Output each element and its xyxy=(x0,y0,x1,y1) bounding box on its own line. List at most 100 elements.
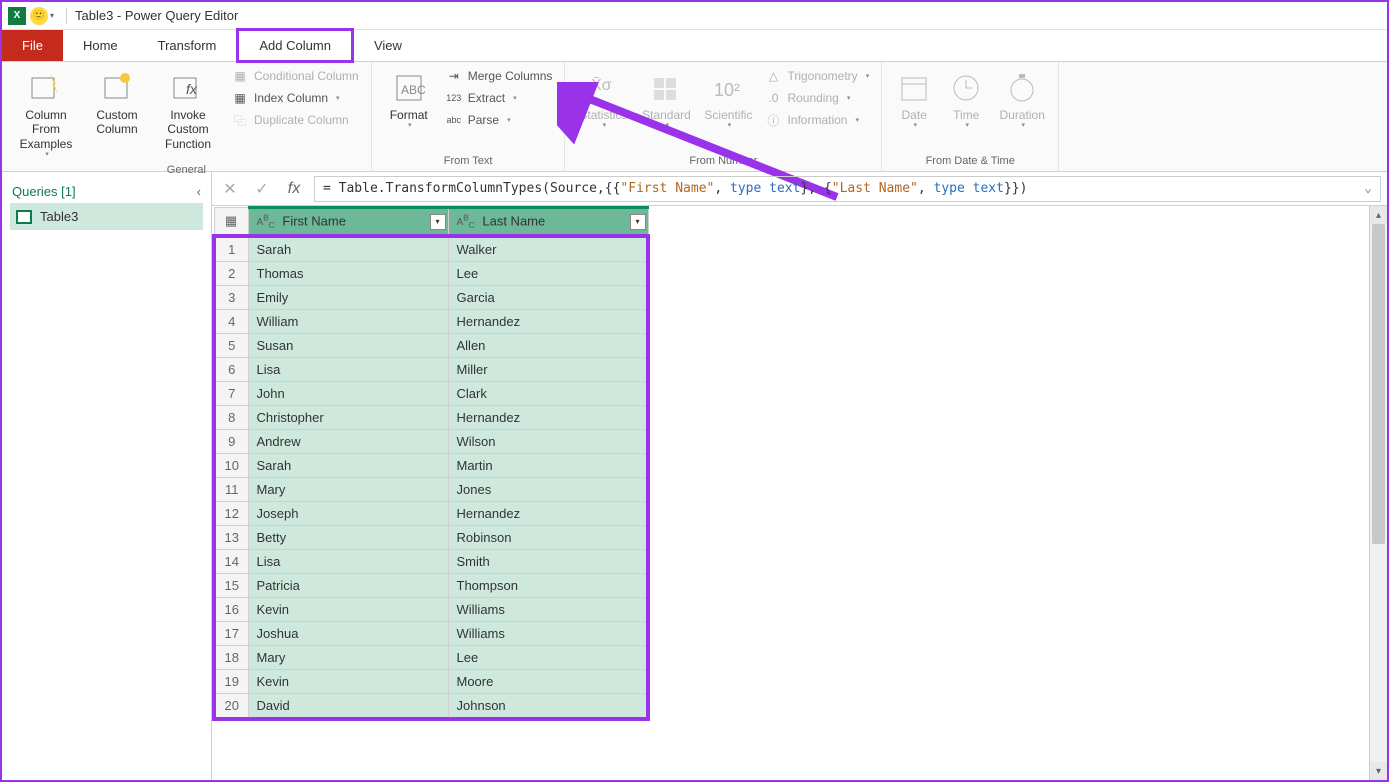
row-number[interactable]: 12 xyxy=(214,502,248,526)
table-row[interactable]: 17JoshuaWilliams xyxy=(214,622,648,646)
cell-last-name[interactable]: Walker xyxy=(448,236,648,262)
row-number[interactable]: 4 xyxy=(214,310,248,334)
cell-last-name[interactable]: Williams xyxy=(448,598,648,622)
conditional-column-button[interactable]: ▦Conditional Column xyxy=(228,66,363,86)
row-number[interactable]: 18 xyxy=(214,646,248,670)
table-row[interactable]: 19KevinMoore xyxy=(214,670,648,694)
row-number[interactable]: 14 xyxy=(214,550,248,574)
table-row[interactable]: 16KevinWilliams xyxy=(214,598,648,622)
row-number[interactable]: 1 xyxy=(214,236,248,262)
column-filter-dropdown[interactable]: ▾ xyxy=(630,214,646,230)
row-number[interactable]: 8 xyxy=(214,406,248,430)
cell-last-name[interactable]: Thompson xyxy=(448,574,648,598)
row-number[interactable]: 6 xyxy=(214,358,248,382)
table-row[interactable]: 10SarahMartin xyxy=(214,454,648,478)
format-button[interactable]: ABC Format▾ xyxy=(380,66,438,133)
row-number[interactable]: 3 xyxy=(214,286,248,310)
scroll-thumb[interactable] xyxy=(1372,224,1385,544)
cancel-formula-button[interactable]: ✕ xyxy=(218,177,242,201)
table-row[interactable]: 2ThomasLee xyxy=(214,262,648,286)
cell-last-name[interactable]: Garcia xyxy=(448,286,648,310)
cell-first-name[interactable]: Susan xyxy=(248,334,448,358)
cell-first-name[interactable]: Sarah xyxy=(248,454,448,478)
cell-first-name[interactable]: Mary xyxy=(248,646,448,670)
cell-first-name[interactable]: Thomas xyxy=(248,262,448,286)
tab-file[interactable]: File xyxy=(2,30,63,61)
select-all-corner[interactable]: ▦ xyxy=(214,208,248,237)
row-number[interactable]: 7 xyxy=(214,382,248,406)
cell-first-name[interactable]: Kevin xyxy=(248,598,448,622)
data-grid[interactable]: ▦ ABC First Name ▾ ABC Last Name ▾ 1 xyxy=(212,206,650,721)
row-number[interactable]: 20 xyxy=(214,694,248,720)
table-row[interactable]: 6LisaMiller xyxy=(214,358,648,382)
tab-add-column[interactable]: Add Column xyxy=(236,28,354,63)
cell-last-name[interactable]: Johnson xyxy=(448,694,648,720)
row-number[interactable]: 17 xyxy=(214,622,248,646)
information-button[interactable]: ⓘInformation▾ xyxy=(761,110,873,130)
expand-formula-icon[interactable]: ⌄ xyxy=(1364,181,1372,196)
table-row[interactable]: 13BettyRobinson xyxy=(214,526,648,550)
tab-view[interactable]: View xyxy=(354,30,422,61)
cell-first-name[interactable]: David xyxy=(248,694,448,720)
table-row[interactable]: 20DavidJohnson xyxy=(214,694,648,720)
cell-last-name[interactable]: Wilson xyxy=(448,430,648,454)
row-number[interactable]: 11 xyxy=(214,478,248,502)
cell-first-name[interactable]: Joseph xyxy=(248,502,448,526)
cell-last-name[interactable]: Hernandez xyxy=(448,310,648,334)
cell-first-name[interactable]: Patricia xyxy=(248,574,448,598)
column-from-examples-button[interactable]: Column From Examples▾ xyxy=(10,66,82,162)
cell-last-name[interactable]: Jones xyxy=(448,478,648,502)
cell-last-name[interactable]: Martin xyxy=(448,454,648,478)
column-header-last-name[interactable]: ABC Last Name ▾ xyxy=(448,208,648,237)
row-number[interactable]: 10 xyxy=(214,454,248,478)
cell-first-name[interactable]: Andrew xyxy=(248,430,448,454)
custom-column-button[interactable]: Custom Column xyxy=(86,66,148,139)
cell-last-name[interactable]: Clark xyxy=(448,382,648,406)
row-number[interactable]: 15 xyxy=(214,574,248,598)
cell-first-name[interactable]: Betty xyxy=(248,526,448,550)
merge-columns-button[interactable]: ⇥Merge Columns xyxy=(442,66,557,86)
qat-dropdown-icon[interactable]: ▾ xyxy=(50,11,54,20)
table-row[interactable]: 1SarahWalker xyxy=(214,236,648,262)
table-row[interactable]: 15PatriciaThompson xyxy=(214,574,648,598)
queries-header[interactable]: Queries [1] ‹ xyxy=(10,180,203,203)
confirm-formula-button[interactable]: ✓ xyxy=(250,177,274,201)
cell-first-name[interactable]: Emily xyxy=(248,286,448,310)
parse-button[interactable]: abcParse▾ xyxy=(442,110,557,130)
duplicate-column-button[interactable]: ⿻Duplicate Column xyxy=(228,110,363,130)
cell-first-name[interactable]: William xyxy=(248,310,448,334)
collapse-icon[interactable]: ‹ xyxy=(197,184,201,199)
smile-icon[interactable]: 🙂 xyxy=(30,7,48,25)
row-number[interactable]: 2 xyxy=(214,262,248,286)
row-number[interactable]: 13 xyxy=(214,526,248,550)
cell-first-name[interactable]: Lisa xyxy=(248,358,448,382)
cell-last-name[interactable]: Allen xyxy=(448,334,648,358)
cell-last-name[interactable]: Lee xyxy=(448,262,648,286)
cell-first-name[interactable]: Lisa xyxy=(248,550,448,574)
invoke-custom-function-button[interactable]: fx Invoke Custom Function xyxy=(152,66,224,153)
table-row[interactable]: 11MaryJones xyxy=(214,478,648,502)
vertical-scrollbar[interactable]: ▴ ▾ xyxy=(1369,206,1387,780)
rounding-button[interactable]: .0Rounding▾ xyxy=(761,88,873,108)
tab-home[interactable]: Home xyxy=(63,30,138,61)
time-button[interactable]: Time▾ xyxy=(942,66,990,133)
table-row[interactable]: 5SusanAllen xyxy=(214,334,648,358)
cell-first-name[interactable]: Mary xyxy=(248,478,448,502)
statistics-button[interactable]: X̄σ Statistics▾ xyxy=(573,66,633,133)
row-number[interactable]: 5 xyxy=(214,334,248,358)
cell-last-name[interactable]: Williams xyxy=(448,622,648,646)
trigonometry-button[interactable]: △Trigonometry▾ xyxy=(761,66,873,86)
table-row[interactable]: 7JohnClark xyxy=(214,382,648,406)
cell-first-name[interactable]: Joshua xyxy=(248,622,448,646)
date-button[interactable]: Date▾ xyxy=(890,66,938,133)
row-number[interactable]: 19 xyxy=(214,670,248,694)
table-row[interactable]: 8ChristopherHernandez xyxy=(214,406,648,430)
table-row[interactable]: 4WilliamHernandez xyxy=(214,310,648,334)
query-item-table3[interactable]: Table3 xyxy=(10,203,203,230)
table-row[interactable]: 3EmilyGarcia xyxy=(214,286,648,310)
row-number[interactable]: 16 xyxy=(214,598,248,622)
table-row[interactable]: 18MaryLee xyxy=(214,646,648,670)
row-number[interactable]: 9 xyxy=(214,430,248,454)
cell-first-name[interactable]: Kevin xyxy=(248,670,448,694)
table-row[interactable]: 9AndrewWilson xyxy=(214,430,648,454)
